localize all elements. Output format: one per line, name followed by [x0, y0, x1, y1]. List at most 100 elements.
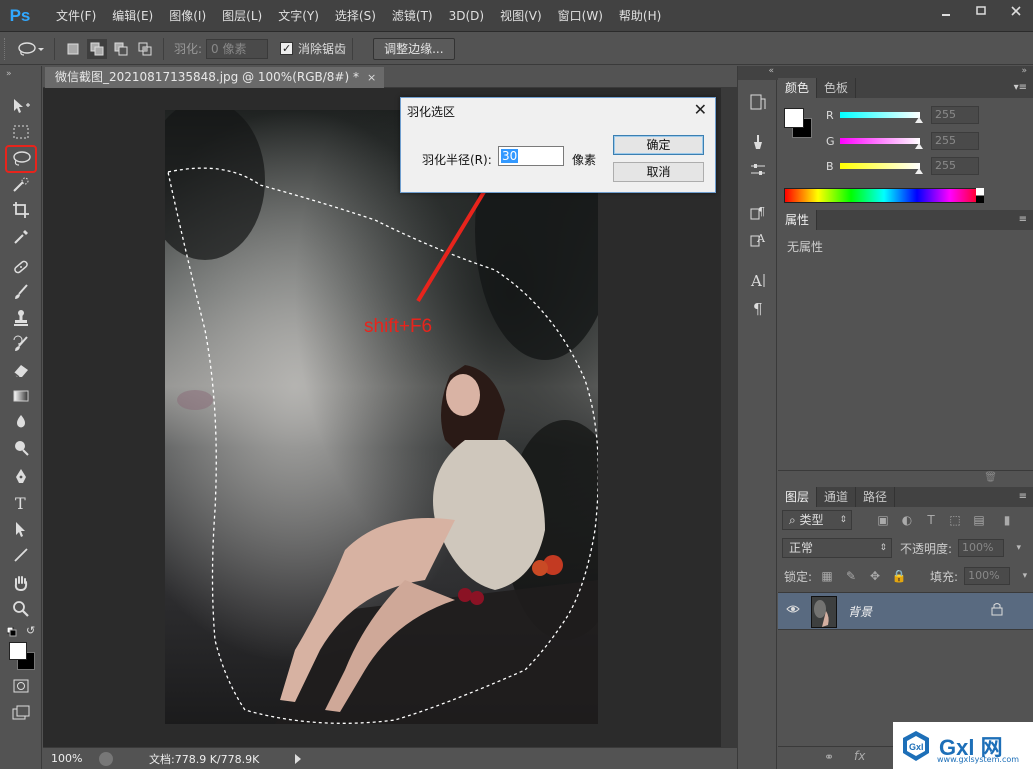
layer-row[interactable]: 背景 [778, 592, 1033, 630]
tab-paths[interactable]: 路径 [856, 487, 896, 507]
red-value-input[interactable]: 255 [931, 106, 979, 124]
chevron-down-icon[interactable]: ▾ [1017, 540, 1022, 556]
document-tab-close-icon[interactable]: × [367, 67, 376, 88]
blue-value-input[interactable]: 255 [931, 157, 979, 175]
history-panel-icon[interactable] [747, 92, 769, 112]
filter-smart-object-icon[interactable]: ▤ [970, 512, 988, 528]
clone-stamp-tool[interactable] [7, 306, 35, 330]
blend-mode-dropdown[interactable]: 正常 ⇕ [782, 538, 892, 558]
menu-item[interactable]: 编辑(E) [104, 0, 161, 32]
add-selection-button[interactable] [87, 38, 107, 59]
new-selection-button[interactable] [63, 39, 83, 59]
swap-colors-icon[interactable]: ↺ [26, 624, 35, 637]
strip-collapse-icon[interactable]: « [738, 66, 778, 80]
paragraph-panel-icon[interactable]: ¶ [747, 298, 769, 318]
lock-all-icon[interactable]: 🔒 [890, 568, 908, 584]
layers-panel-menu-icon[interactable]: ≡ [1019, 487, 1027, 507]
paragraph-styles-icon[interactable]: ¶ [747, 202, 769, 222]
link-layers-icon[interactable]: ⚭ [824, 750, 834, 764]
crop-tool[interactable] [7, 198, 35, 222]
brush-presets-icon[interactable] [747, 132, 769, 152]
marquee-tool[interactable] [7, 120, 35, 144]
lock-image-icon[interactable]: ✎ [842, 568, 860, 584]
feather-radius-input[interactable]: 30 [498, 146, 564, 166]
brush-tool[interactable] [7, 280, 35, 304]
quick-selection-tool[interactable] [7, 173, 35, 197]
move-tool[interactable] [7, 94, 35, 118]
menu-item[interactable]: 选择(S) [327, 0, 384, 32]
black-white-swatch[interactable] [976, 188, 984, 203]
blue-slider[interactable] [840, 163, 920, 169]
adjustments-panel-icon[interactable] [747, 160, 769, 180]
properties-panel-menu-icon[interactable]: ≡ [1019, 210, 1027, 230]
layer-name[interactable]: 背景 [848, 603, 872, 620]
menu-item[interactable]: 文字(Y) [270, 0, 327, 32]
filter-type-icon[interactable]: T [922, 512, 940, 528]
zoom-level[interactable]: 100% [43, 752, 93, 765]
tab-properties[interactable]: 属性 [778, 210, 818, 230]
feather-input[interactable]: 0 像素 [206, 38, 269, 59]
green-value-input[interactable]: 255 [931, 132, 979, 150]
menu-item[interactable]: 3D(D) [441, 0, 492, 32]
tab-layers[interactable]: 图层 [778, 487, 818, 507]
red-slider[interactable] [840, 112, 920, 118]
character-styles-icon[interactable]: A [747, 229, 769, 249]
options-bar-grip[interactable] [4, 37, 12, 60]
lasso-tool[interactable] [5, 145, 37, 173]
antialias-checkbox[interactable]: ✓ [280, 42, 294, 55]
refine-edge-button[interactable]: 调整边缘... [373, 37, 455, 60]
subtract-selection-button[interactable] [111, 39, 131, 59]
status-menu-arrow-icon[interactable] [295, 753, 302, 764]
lock-position-icon[interactable]: ✥ [866, 568, 884, 584]
screen-mode-button[interactable] [7, 701, 35, 725]
pen-tool[interactable] [7, 464, 35, 488]
status-info-icon[interactable] [99, 751, 113, 766]
blur-tool[interactable] [7, 410, 35, 434]
panel-foreground-swatch[interactable] [784, 108, 804, 128]
eraser-tool[interactable] [7, 358, 35, 382]
eyedropper-tool[interactable] [7, 225, 35, 249]
vertical-scrollbar[interactable] [720, 88, 737, 747]
green-slider-thumb[interactable] [915, 143, 923, 149]
foreground-color-swatch[interactable] [9, 642, 27, 660]
tool-preset-picker[interactable] [12, 37, 48, 61]
filter-shape-icon[interactable]: ⬚ [946, 512, 964, 528]
color-panel-menu-icon[interactable]: ▾≡ [1014, 78, 1027, 98]
red-slider-thumb[interactable] [915, 117, 923, 123]
filter-pixel-icon[interactable]: ▣ [874, 512, 892, 528]
menu-item[interactable]: 图层(L) [214, 0, 270, 32]
character-panel-icon[interactable]: A [747, 270, 769, 290]
cancel-button[interactable]: 取消 [613, 162, 704, 182]
default-colors-icon[interactable] [6, 626, 17, 637]
quick-mask-button[interactable] [7, 674, 35, 698]
tab-swatches[interactable]: 色板 [817, 78, 857, 98]
fill-input[interactable]: 100% ▾ [964, 567, 1027, 585]
minimize-button[interactable] [928, 0, 963, 22]
document-image[interactable] [165, 110, 598, 724]
menu-item[interactable]: 窗口(W) [550, 0, 611, 32]
filter-adjustment-icon[interactable]: ◐ [898, 512, 916, 528]
type-tool[interactable]: T [7, 491, 35, 515]
blue-slider-thumb[interactable] [915, 168, 923, 174]
document-tab[interactable]: 微信截图_20210817135848.jpg @ 100%(RGB/8#) *… [45, 67, 385, 88]
collapse-toolbar-icon[interactable]: » [6, 69, 12, 79]
chevron-down-icon[interactable]: ▾ [1023, 568, 1028, 584]
menu-item[interactable]: 视图(V) [492, 0, 550, 32]
menu-item[interactable]: 文件(F) [48, 0, 104, 32]
filter-toggle-icon[interactable]: ▮ [998, 512, 1016, 528]
layer-filter-dropdown[interactable]: ⌕ 类型 ⇕ [782, 510, 852, 530]
color-spectrum-bar[interactable] [784, 188, 984, 203]
green-slider[interactable] [840, 138, 920, 144]
lock-transparent-icon[interactable]: ▦ [818, 568, 836, 584]
hand-tool[interactable] [7, 571, 35, 595]
history-brush-tool[interactable] [7, 332, 35, 356]
menu-item[interactable]: 滤镜(T) [384, 0, 441, 32]
opacity-input[interactable]: 100% ▾ [958, 539, 1021, 557]
zoom-tool[interactable] [7, 597, 35, 621]
menu-item[interactable]: 图像(I) [161, 0, 214, 32]
close-window-button[interactable] [998, 0, 1033, 22]
path-selection-tool[interactable] [7, 517, 35, 541]
line-tool[interactable] [7, 543, 35, 567]
trash-icon[interactable]: 🗑 [984, 472, 997, 483]
menu-item[interactable]: 帮助(H) [611, 0, 669, 32]
